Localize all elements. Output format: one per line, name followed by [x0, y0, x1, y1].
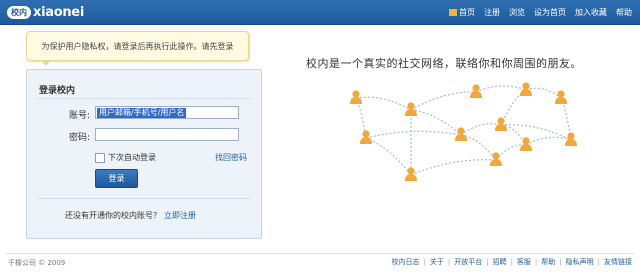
promo-slogan: 校内是一个真实的社交网络，联络你和你周围的朋友。: [306, 57, 582, 70]
person-icon: [555, 90, 567, 104]
nav-home-label: 首页: [459, 7, 475, 17]
copyright: 千橡公司 © 2009: [8, 259, 66, 267]
person-icon: [565, 132, 577, 146]
logo-badge: 校内: [7, 5, 31, 19]
login-required-notice: 为保护用户隐私权，请登录后再执行此操作。请先登录: [26, 31, 249, 66]
footer-link-help[interactable]: 帮助: [541, 257, 555, 267]
login-divider: [37, 98, 251, 99]
network-link: [410, 159, 497, 176]
nav-help[interactable]: 帮助: [616, 7, 632, 18]
footer-separator: |: [597, 258, 600, 266]
footer-links: 校内日志 | 关于 | 开放平台 | 招聘 | 客服 | 帮助 | 隐私声明 | 友情链接: [391, 257, 632, 267]
nav-set-homepage[interactable]: 设为首页: [534, 7, 566, 18]
login-button[interactable]: 登录: [95, 169, 138, 188]
logo[interactable]: 校内 xiaonei: [7, 3, 84, 21]
footer-link-friends[interactable]: 友情链接: [604, 257, 632, 267]
top-bar: 校内 xiaonei 首页 注册 浏览 设为首页 加入收藏 帮助: [0, 0, 640, 25]
password-input[interactable]: [95, 128, 239, 141]
remember-label: 下次自动登录: [108, 153, 156, 162]
network-people: [350, 82, 577, 181]
forgot-password-link[interactable]: 找回密码: [215, 152, 247, 163]
network-link: [475, 85, 527, 93]
person-icon: [470, 84, 482, 98]
network-link: [500, 124, 572, 141]
login-panel: 登录校内 账号: 用户邮箱/手机号/用户名 密码: 下次自动登录 找回密码 登录…: [26, 69, 262, 239]
network-link: [525, 136, 572, 146]
network-link: [365, 137, 412, 176]
network-link: [410, 91, 477, 111]
home-icon: [449, 8, 457, 16]
register-prompt: 还没有开通你的校内账号？ 立即注册: [65, 210, 196, 221]
nav-home[interactable]: 首页: [449, 7, 475, 18]
footer-link-privacy[interactable]: 隐私声明: [566, 257, 594, 267]
remember-checkbox[interactable]: [95, 152, 105, 163]
top-nav: 首页 注册 浏览 设为首页 加入收藏 帮助: [440, 0, 632, 24]
account-selected-text: 用户邮箱/手机号/用户名: [97, 108, 187, 118]
nav-add-favorite[interactable]: 加入收藏: [575, 7, 607, 18]
footer-link-blog[interactable]: 校内日志: [391, 257, 419, 267]
account-label: 账号:: [69, 111, 91, 121]
remember-me[interactable]: 下次自动登录: [95, 152, 156, 163]
nav-register[interactable]: 注册: [484, 7, 500, 18]
notice-text: 为保护用户隐私权，请登录后再执行此操作。请先登录: [41, 42, 234, 51]
footer-link-about[interactable]: 关于: [430, 257, 444, 267]
footer-link-open-platform[interactable]: 开放平台: [454, 257, 482, 267]
nav-browse[interactable]: 浏览: [509, 7, 525, 18]
login-title: 登录校内: [39, 86, 76, 96]
person-icon: [455, 127, 467, 141]
network-link: [355, 96, 412, 111]
footer-link-support[interactable]: 客服: [517, 257, 531, 267]
footer-separator: |: [447, 258, 451, 266]
person-icon: [520, 137, 532, 151]
password-label: 密码:: [69, 133, 91, 143]
footer-separator: |: [510, 258, 513, 266]
register-link[interactable]: 立即注册: [164, 211, 196, 220]
notice-tail: [41, 60, 51, 66]
logo-text: xiaonei: [33, 4, 84, 20]
network-link: [365, 130, 462, 139]
person-icon: [405, 102, 417, 116]
social-network-illustration: [350, 82, 577, 181]
footer-separator: |: [486, 258, 489, 266]
network-link: [460, 123, 502, 136]
footer-divider: [6, 253, 634, 254]
footer-separator: |: [559, 258, 562, 266]
register-divider: [37, 198, 251, 199]
footer-separator: |: [534, 258, 538, 266]
footer-link-jobs[interactable]: 招聘: [493, 257, 507, 267]
footer-separator: |: [423, 258, 426, 266]
register-question: 还没有开通你的校内账号？: [65, 211, 161, 220]
